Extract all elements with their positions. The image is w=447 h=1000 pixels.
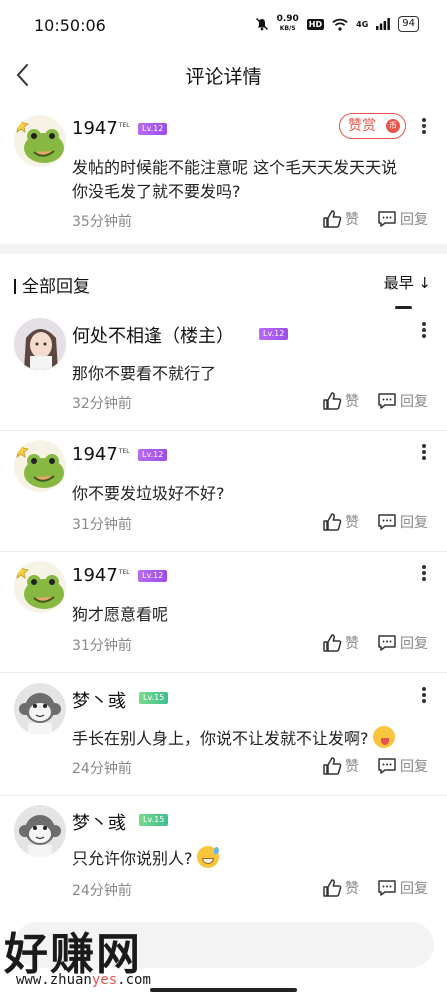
- monkey-avatar-icon: [19, 815, 61, 857]
- level-badge: Lv.12: [138, 449, 168, 461]
- chat-bubble-icon: [378, 514, 396, 530]
- nav-bar: 评论详情: [0, 50, 447, 100]
- comment-text: 那你不要看不就行了: [72, 364, 217, 383]
- sort-arrow-icon: ↓: [418, 274, 431, 292]
- comment-text: 手长在别人身上，你说不让发就不让发啊?: [72, 726, 395, 751]
- reply-button[interactable]: 回复: [377, 633, 428, 653]
- thumbs-up-icon: [323, 634, 342, 652]
- monkey-avatar-icon: [19, 693, 61, 735]
- comment-time: 32分钟前: [72, 396, 132, 412]
- avatar[interactable]: [14, 805, 66, 857]
- chat-bubble-icon: [378, 635, 396, 651]
- watermark-logo: 好赚网 www.zhuanyes.com: [4, 918, 194, 994]
- frog-avatar-icon: [14, 563, 64, 609]
- net-speed: 0.90 KB/S: [276, 14, 299, 33]
- comment-time: 31分钟前: [72, 517, 132, 533]
- more-options-button[interactable]: [414, 685, 434, 709]
- signal-icon: [376, 18, 391, 30]
- tip-button[interactable]: 赞赏 币: [339, 113, 406, 139]
- divider: [0, 551, 447, 552]
- like-button[interactable]: 赞: [322, 878, 359, 898]
- comment-time: 24分钟前: [72, 761, 132, 777]
- replies-header: 全部回复: [14, 272, 90, 297]
- page-title: 评论详情: [185, 66, 262, 88]
- divider: [0, 795, 447, 796]
- comment-time: 24分钟前: [72, 883, 132, 899]
- thumbs-up-icon: [323, 513, 342, 531]
- avatar[interactable]: [14, 318, 66, 370]
- coin-icon: 币: [386, 119, 400, 133]
- section-divider: [0, 244, 447, 254]
- home-indicator[interactable]: [150, 988, 297, 992]
- chat-bubble-icon: [378, 758, 396, 774]
- chat-bubble-icon: [378, 393, 396, 409]
- username[interactable]: 1947TEL: [72, 118, 130, 139]
- like-button[interactable]: 赞: [322, 209, 359, 229]
- girl-avatar-icon: [14, 318, 66, 370]
- more-options-button[interactable]: [414, 320, 434, 344]
- avatar[interactable]: [14, 115, 66, 167]
- reply-button[interactable]: 回复: [377, 209, 428, 229]
- thumbs-up-icon: [323, 392, 342, 410]
- watermark-url: www.zhuanyes.com: [16, 972, 151, 988]
- sort-button[interactable]: 最早 ↓: [384, 272, 431, 293]
- comment-text: 只允许你说别人?: [72, 846, 219, 871]
- username[interactable]: 梦丶彧: [72, 687, 126, 713]
- like-button[interactable]: 赞: [322, 633, 359, 653]
- level-badge: Lv.12: [138, 123, 168, 135]
- avatar[interactable]: [14, 683, 66, 735]
- username[interactable]: 何处不相逢（楼主）: [72, 322, 234, 348]
- status-icons: 0.90 KB/S HD 4G 94: [255, 15, 419, 33]
- battery-indicator: 94: [398, 16, 419, 32]
- level-badge: Lv.15: [139, 692, 169, 704]
- hd-badge: HD: [306, 18, 325, 30]
- reply-button[interactable]: 回复: [377, 391, 428, 411]
- status-bar: 10:50:06 0.90 KB/S HD 4G 94: [0, 0, 447, 50]
- tip-label: 赞赏: [348, 118, 376, 134]
- smiley-tongue-icon: [372, 726, 395, 748]
- like-button[interactable]: 赞: [322, 512, 359, 532]
- status-time: 10:50:06: [34, 16, 106, 35]
- tel-tag: TEL: [118, 448, 130, 455]
- comment-time: 31分钟前: [72, 638, 132, 654]
- tel-tag: TEL: [118, 569, 130, 576]
- comment-time: 35分钟前: [72, 214, 132, 230]
- level-badge: Lv.12: [138, 570, 168, 582]
- more-options-button[interactable]: [414, 116, 434, 140]
- reply-button[interactable]: 回复: [377, 878, 428, 898]
- avatar[interactable]: [14, 440, 66, 492]
- comment-text: 你不要发垃圾好不好?: [72, 484, 225, 503]
- level-badge: Lv.12: [259, 328, 289, 340]
- frog-avatar-icon: [14, 442, 64, 488]
- more-options-button[interactable]: [414, 563, 434, 587]
- username[interactable]: 1947TEL: [72, 565, 130, 586]
- divider: [0, 672, 447, 673]
- thumbs-up-icon: [323, 210, 342, 228]
- username[interactable]: 梦丶彧: [72, 809, 126, 835]
- thumbs-up-icon: [323, 757, 342, 775]
- frog-avatar-icon: [14, 117, 64, 163]
- signal-label: 4G: [356, 19, 369, 29]
- comment-text: 狗才愿意看呢: [72, 605, 169, 624]
- username[interactable]: 1947TEL: [72, 444, 130, 465]
- grin-sweat-icon: [196, 846, 219, 868]
- divider: [0, 430, 447, 431]
- reply-button[interactable]: 回复: [377, 512, 428, 532]
- level-badge: Lv.15: [139, 814, 169, 826]
- sort-underline: [395, 306, 412, 309]
- tel-tag: TEL: [118, 122, 130, 129]
- like-button[interactable]: 赞: [322, 391, 359, 411]
- mute-icon: [255, 17, 268, 31]
- chat-bubble-icon: [378, 211, 396, 227]
- comment-text: 发帖的时候能不能注意呢 这个毛天天发天天说 你没毛发了就不要发吗?: [72, 158, 398, 201]
- thumbs-up-icon: [323, 879, 342, 897]
- chat-bubble-icon: [378, 880, 396, 896]
- wifi-icon: [332, 18, 348, 31]
- like-button[interactable]: 赞: [322, 756, 359, 776]
- more-options-button[interactable]: [414, 442, 434, 466]
- avatar[interactable]: [14, 561, 66, 613]
- reply-button[interactable]: 回复: [377, 756, 428, 776]
